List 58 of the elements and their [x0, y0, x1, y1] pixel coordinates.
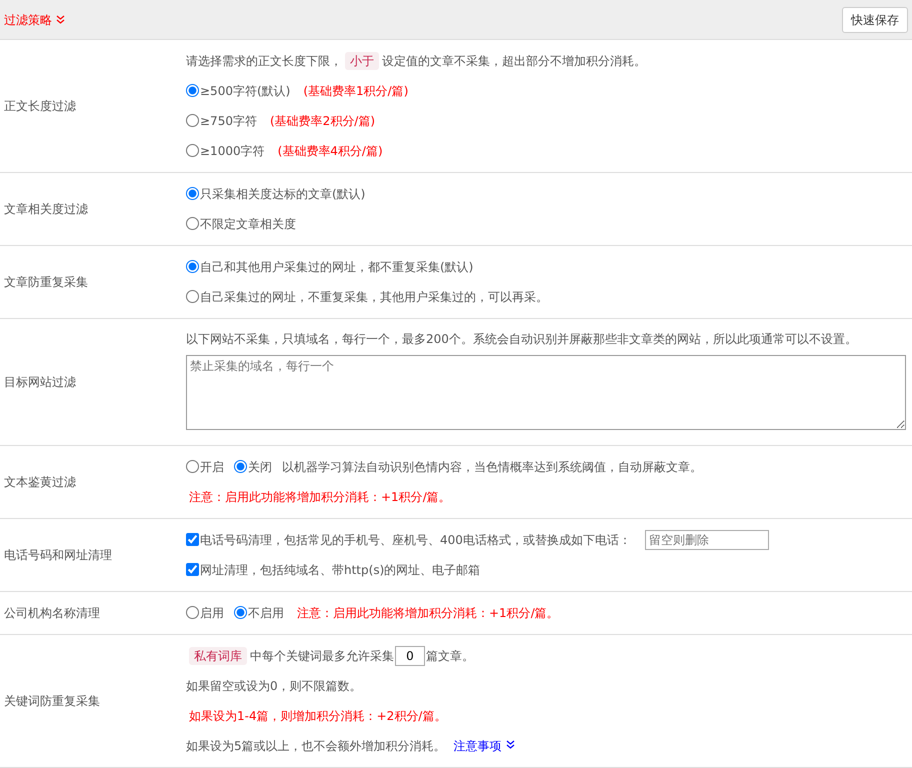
row-label: 文章防重复采集 [3, 274, 89, 291]
row-label: 文本鉴黄过滤 [3, 474, 77, 491]
domain-textarea[interactable]: 禁止采集的域名，每行一个 [186, 355, 906, 430]
radio-button[interactable] [186, 114, 199, 127]
description-text: 如果设为5篇或以上，也不会额外增加积分消耗。 [186, 739, 446, 753]
cost-note: (基础费率1积分/篇) [303, 84, 408, 98]
option-label: ≥750字符 [200, 114, 257, 128]
row-label: 电话号码和网址清理 [3, 547, 113, 564]
cost-note: 如果设为1-4篇，则增加积分消耗：+2积分/篇。 [189, 709, 446, 723]
row-label: 公司机构名称清理 [3, 605, 101, 622]
section-title: 过滤策略 [4, 12, 52, 28]
count-input-field[interactable]: 0 [395, 646, 425, 666]
radio-button[interactable] [234, 606, 247, 619]
option-label: 自己和其他用户采集过的网址，都不重复采集(默认) [200, 260, 474, 274]
description-text: 请选择需求的正文长度下限， [186, 54, 342, 68]
option-label: 电话号码清理，包括常见的手机号、座机号、400电话格式，或替换成如下电话： [200, 533, 631, 547]
option-label: 网址清理，包括纯域名、带http(s)的网址、电子邮箱 [200, 563, 480, 577]
radio-button[interactable] [186, 260, 199, 273]
keyword-tag: 私有词库 [189, 647, 247, 665]
description-text: 中每个关键词最多允许采集 [250, 649, 394, 663]
keyword-tag: 小于 [345, 52, 379, 70]
option-label: 开启 [200, 460, 224, 474]
cost-note: 注意：启用此功能将增加积分消耗：+1积分/篇。 [297, 606, 559, 620]
option-label: 不启用 [248, 606, 284, 620]
description-text: 篇文章。 [426, 649, 474, 663]
checkbox[interactable] [186, 533, 199, 546]
cost-note: 注意：启用此功能将增加积分消耗：+1积分/篇。 [189, 490, 451, 504]
double-chevron-icon [506, 740, 515, 750]
row-label: 目标网站过滤 [3, 374, 77, 391]
quick-save-button[interactable]: 快速保存 [842, 6, 908, 32]
cost-note: (基础费率4积分/篇) [278, 144, 383, 158]
notes-link[interactable]: 注意事项 [454, 739, 515, 753]
checkbox[interactable] [186, 563, 199, 576]
description-text: 如果留空或设为0，则不限篇数。 [186, 679, 362, 693]
description-text: 以下网站不采集，只填域名，每行一个，最多200个。系统会自动识别并屏蔽那些非文章类的网站，所以此项通常可以不设置。 [186, 332, 857, 346]
row-label: 正文长度过滤 [3, 98, 77, 115]
description-text: 以机器学习算法自动识别色情内容，当色情概率达到系统阈值，自动屏蔽文章。 [282, 460, 702, 474]
radio-button[interactable] [186, 290, 199, 303]
option-label: ≥1000字符 [200, 144, 265, 158]
row-label: 关键词防重复采集 [3, 693, 101, 710]
double-chevron-icon[interactable] [56, 14, 65, 24]
radio-button[interactable] [186, 217, 199, 230]
cost-note: (基础费率2积分/篇) [270, 114, 376, 128]
option-label: 启用 [200, 606, 224, 620]
radio-button[interactable] [186, 144, 199, 157]
option-label: 只采集相关度达标的文章(默认) [200, 187, 366, 201]
option-label: ≥500字符(默认) [200, 84, 290, 98]
phone-input-field[interactable]: 留空则删除 [644, 530, 769, 550]
option-label: 不限定文章相关度 [200, 217, 296, 231]
description-text: 设定值的文章不采集，超出部分不增加积分消耗。 [382, 54, 646, 68]
option-label: 自己采集过的网址，不重复采集，其他用户采集过的，可以再采。 [200, 290, 548, 304]
radio-button[interactable] [186, 460, 199, 473]
radio-button[interactable] [186, 187, 199, 200]
option-label: 关闭 [248, 460, 272, 474]
radio-button[interactable] [234, 460, 247, 473]
radio-button[interactable] [186, 606, 199, 619]
radio-button[interactable] [186, 84, 199, 97]
row-label: 文章相关度过滤 [3, 201, 89, 218]
